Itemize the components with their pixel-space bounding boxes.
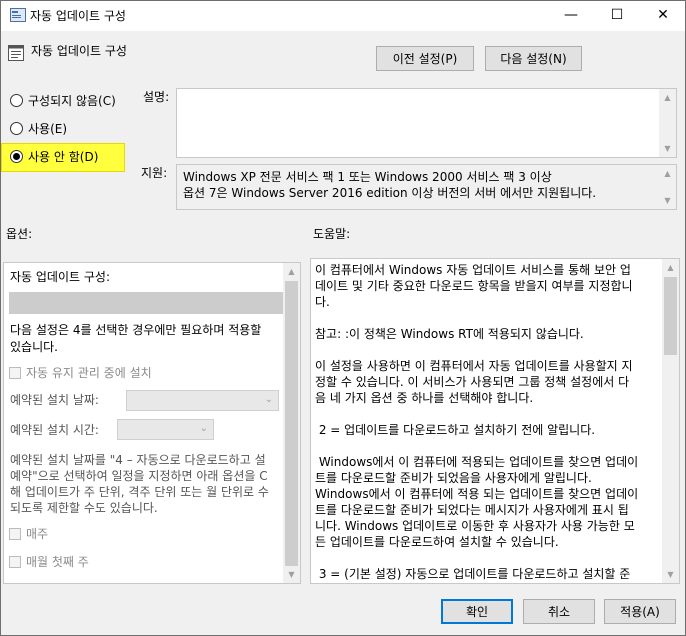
help-scroll-thumb[interactable] (664, 277, 677, 355)
scheduled-time-select[interactable]: ⌄ (117, 419, 214, 440)
first-week-checkbox-label: 매월 첫째 주 (26, 555, 89, 569)
supported-label: 지원: (141, 166, 168, 180)
scroll-up-icon[interactable]: ▲ (662, 259, 679, 276)
comment-field[interactable]: ▲ ▼ (176, 88, 677, 158)
radio-disabled-label: 사용 안 함(D) (28, 150, 99, 164)
help-scrollbar[interactable]: ▲ ▼ (662, 259, 679, 583)
scroll-down-icon[interactable]: ▼ (659, 140, 676, 157)
cancel-button[interactable]: 취소 (523, 599, 595, 624)
supported-field: Windows XP 전문 서비스 팩 1 또는 Windows 2000 서비… (176, 164, 677, 210)
para-line-4: 되도록 제한할 수도 있습니다. (10, 501, 158, 515)
para-line-2: 예약"으로 선택하여 일정을 지정하면 아래 옵션을 C (10, 469, 268, 483)
maintenance-checkbox-box[interactable] (9, 366, 21, 379)
close-button[interactable]: ✕ (640, 0, 686, 30)
scroll-up-icon[interactable]: ▲ (659, 89, 676, 106)
note-line-1: 다음 설정은 4를 선택한 경우에만 필요하며 적용할 (10, 323, 262, 337)
setting-icon (8, 45, 24, 61)
policy-icon (10, 8, 26, 22)
first-week-checkbox[interactable]: 매월 첫째 주 (9, 553, 89, 570)
maximize-button[interactable]: ☐ (594, 0, 640, 30)
options-scrollbar[interactable]: ▲ ▼ (283, 263, 300, 583)
scheduled-day-label: 예약된 설치 날짜: (10, 393, 99, 407)
apply-button[interactable]: 적용(A) (604, 599, 676, 624)
setting-name: 자동 업데이트 구성 (31, 44, 127, 58)
configure-label: 자동 업데이트 구성: (10, 270, 110, 284)
previous-setting-button[interactable]: 이전 설정(P) (376, 46, 474, 71)
minimize-button[interactable]: — (548, 0, 594, 30)
comment-label: 설명: (143, 90, 170, 104)
radio-disabled-circle[interactable] (10, 150, 23, 163)
note-line-2: 있습니다. (10, 340, 58, 354)
scroll-down-icon[interactable]: ▼ (662, 566, 679, 583)
radio-disabled[interactable]: 사용 안 함(D) (10, 148, 98, 165)
maximize-icon: ☐ (610, 7, 624, 23)
maintenance-checkbox[interactable]: 자동 유지 관리 중에 설치 (9, 364, 152, 381)
next-setting-button[interactable]: 다음 설정(N) (485, 46, 582, 71)
configure-dropdown[interactable] (9, 292, 284, 314)
radio-not-configured-circle[interactable] (10, 94, 23, 107)
help-panel[interactable]: 이 컴퓨터에서 Windows 자동 업데이트 서비스를 통해 보안 업 데이트… (310, 258, 680, 584)
first-week-checkbox-box[interactable] (9, 555, 21, 568)
radio-enabled-circle[interactable] (10, 122, 23, 135)
para-line-1: 예약된 설치 날짜를 "4 – 자동으로 다운로드하고 설 (10, 453, 266, 467)
chevron-down-icon: ⌄ (264, 394, 273, 405)
comment-scrollbar[interactable]: ▲ ▼ (659, 89, 676, 157)
help-text: 이 컴퓨터에서 Windows 자동 업데이트 서비스를 통해 보안 업 데이트… (315, 263, 639, 581)
ok-button[interactable]: 확인 (441, 599, 513, 624)
radio-not-configured-label: 구성되지 않음(C) (28, 94, 116, 108)
scheduled-day-select[interactable]: ⌄ (126, 390, 279, 411)
options-label: 옵션: (6, 227, 33, 241)
options-scroll-thumb[interactable] (285, 281, 298, 566)
weekly-checkbox[interactable]: 매주 (9, 525, 48, 542)
scroll-up-icon[interactable]: ▲ (659, 165, 676, 182)
scroll-up-icon[interactable]: ▲ (283, 263, 300, 280)
window-title: 자동 업데이트 구성 (30, 9, 126, 23)
supported-value: Windows XP 전문 서비스 팩 1 또는 Windows 2000 서비… (183, 170, 597, 200)
help-label: 도움말: (313, 227, 351, 241)
radio-not-configured[interactable]: 구성되지 않음(C) (10, 92, 116, 109)
scroll-down-icon[interactable]: ▼ (283, 566, 300, 583)
radio-enabled[interactable]: 사용(E) (10, 120, 67, 137)
chevron-down-icon: ⌄ (199, 423, 208, 434)
para-line-3: 해 업데이트가 주 단위, 격주 단위 또는 월 단위로 수 (10, 485, 269, 499)
weekly-checkbox-label: 매주 (26, 527, 49, 541)
scroll-down-icon[interactable]: ▼ (659, 192, 676, 209)
weekly-checkbox-box[interactable] (9, 527, 21, 540)
radio-enabled-label: 사용(E) (28, 122, 68, 136)
maintenance-checkbox-label: 자동 유지 관리 중에 설치 (26, 366, 152, 380)
minimize-icon: — (564, 7, 578, 23)
supported-scrollbar[interactable]: ▲ ▼ (659, 165, 676, 209)
options-panel[interactable]: 자동 업데이트 구성: 다음 설정은 4를 선택한 경우에만 필요하며 적용할 … (3, 262, 301, 584)
scheduled-time-label: 예약된 설치 시간: (10, 423, 99, 437)
close-icon: ✕ (657, 7, 669, 23)
